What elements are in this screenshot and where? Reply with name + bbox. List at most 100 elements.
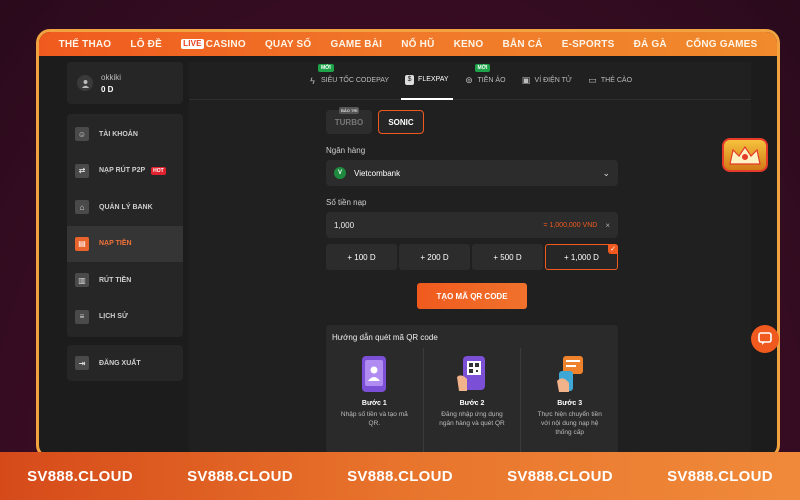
bank-label: Ngân hàng [326,146,366,155]
lightning-icon: ϟ [310,75,315,86]
guide-steps: Bước 1 Nhập số tiền và tạo mã QR. Bước 2… [326,348,618,453]
nav-quay-so[interactable]: QUAY SỐ [265,39,311,50]
promo-logo-icon[interactable] [722,138,768,172]
wallet-icon: ▣ [521,75,531,85]
guide-step-1: Bước 1 Nhập số tiền và tạo mã QR. [326,348,424,453]
sidebar-item-rut-tien[interactable]: ▥ RÚT TIỀN [67,262,183,299]
create-qr-button[interactable]: TẠO MÃ QR CODE [417,283,527,309]
tab-label: SIÊU TỐC CODEPAY [320,77,390,84]
nav-keno[interactable]: KENO [454,39,484,50]
check-icon: ✓ [608,244,618,254]
dollar-icon: $ [405,74,415,85]
maintenance-badge: BẢO TRÌ [339,107,360,114]
qr-scan-icon [455,354,489,394]
brand-banner: SV888.CLOUD SV888.CLOUD SV888.CLOUD SV88… [0,452,800,500]
new-badge: MỚI [317,63,334,72]
brand-text: SV888.CLOUD [187,467,293,485]
clear-icon[interactable]: × [605,221,610,230]
nav-game-bai[interactable]: GAME BÀI [331,39,383,50]
nav-casino[interactable]: LIVE CASINO [181,39,246,50]
quick-amounts: + 100 D + 200 D + 500 D + 1,000 D ✓ [326,244,618,270]
amount-converted: = 1,000,000 VND [543,221,598,229]
vietcombank-logo-icon: V [334,167,346,179]
card-icon: ▭ [588,75,597,85]
sidebar-item-label: TÀI KHOẢN [99,130,138,138]
chevron-down-icon: ⌄ [602,167,610,178]
nav-da-ga[interactable]: ĐÁ GÀ [634,39,667,50]
tab-label: FLEXPAY [418,76,449,83]
brand-text: SV888.CLOUD [667,467,773,485]
sidebar-item-nap-tien[interactable]: ▤ NẠP TIỀN [67,225,183,262]
sidebar-item-label: NẠP TIỀN [99,240,132,248]
tab-flexpay[interactable]: $ FLEXPAY [401,62,453,100]
transfer-icon [553,354,587,394]
brand-text: SV888.CLOUD [27,467,133,485]
amount-input[interactable]: 1,000 = 1,000,000 VND × [326,212,618,238]
nav-ban-ca[interactable]: BẮN CÁ [502,39,542,50]
qr-guide: Hướng dẫn quét mã QR code Bước 1 Nhập số… [326,325,618,453]
step-desc: Đăng nhập ứng dụng ngân hàng và quét QR [439,411,505,427]
tab-codepay[interactable]: MỚI ϟ SIÊU TỐC CODEPAY [304,62,393,100]
guide-step-3: Bước 3 Thực hiện chuyển tiền với nội dun… [521,348,618,453]
quick-amount-label: + 1,000 D [564,252,599,262]
new-badge: MỚI [474,63,491,72]
phone-user-icon [357,354,391,394]
step-desc: Thực hiện chuyển tiền với nội dung nạp h… [537,411,602,436]
tab-vi-dien-tu[interactable]: ▣ VÍ ĐIỆN TỬ [518,62,576,100]
quick-amount-200[interactable]: + 200 D [399,244,470,270]
tab-tien-ao[interactable]: MỚI ⊚ TIỀN ẢO [461,62,510,100]
user-balance: 0 D [101,84,114,94]
sidebar-item-label: NẠP RÚT P2P [99,167,146,175]
step-title: Bước 3 [557,400,583,407]
user-icon [81,79,89,88]
live-badge: LIVE [181,39,204,49]
tab-label: THẺ CÀO [600,77,633,84]
amount-value: 1,000 [334,220,355,230]
sidebar-item-label: QUẢN LÝ BANK [99,203,153,211]
crypto-icon: ⊚ [465,75,473,85]
nav-casino-label: CASINO [205,38,246,50]
logout-label: ĐĂNG XUẤT [99,359,141,367]
chat-support-icon[interactable] [751,325,779,353]
bank-icon: ⌂ [75,200,89,215]
brand-text: SV888.CLOUD [347,467,453,485]
p2p-icon: ⇄ [75,163,89,178]
sidebar-item-lich-su[interactable]: ≡ LỊCH SỬ [67,299,183,336]
guide-step-2: Bước 2 Đăng nhập ứng dụng ngân hàng và q… [424,348,522,453]
tab-label: VÍ ĐIỆN TỬ [534,77,572,84]
quick-amount-100[interactable]: + 100 D [326,244,397,270]
quick-amount-1000[interactable]: + 1,000 D ✓ [545,244,618,270]
logout-icon: ⇥ [75,356,89,370]
amount-label: Số tiền nạp [326,198,367,207]
history-icon: ≡ [75,309,89,324]
step-title: Bước 2 [459,400,485,407]
quick-amount-500[interactable]: + 500 D [472,244,543,270]
bank-value: Vietcombank [354,168,401,178]
tab-the-cao[interactable]: ▭ THẺ CÀO [584,62,636,100]
logout-button[interactable]: ⇥ ĐĂNG XUẤT [67,345,183,381]
nav-cong-games[interactable]: CỔNG GAMES [686,39,757,50]
nav-the-thao[interactable]: THỂ THAO [59,39,112,50]
user-name: okkiki [101,72,122,82]
subtab-label: TURBO [334,117,364,127]
app-frame: THỂ THAO LÔ ĐỀ LIVE CASINO QUAY SỐ GAME … [36,29,780,459]
deposit-icon: ▤ [75,236,89,251]
step-title: Bước 1 [361,400,387,407]
sidebar-item-label: LỊCH SỬ [99,313,128,321]
sidebar-item-nap-rut-p2p[interactable]: ⇄ NẠP RÚT P2P HOT [67,153,183,190]
sidebar-item-tai-khoan[interactable]: ☺ TÀI KHOẢN [67,116,183,153]
nav-lo-de[interactable]: LÔ ĐỀ [130,39,162,50]
method-subtabs: BẢO TRÌ TURBO SONIC [326,107,618,134]
main-panel: MỚI ϟ SIÊU TỐC CODEPAY $ FLEXPAY MỚI ⊚ T… [189,62,751,456]
subtab-turbo[interactable]: BẢO TRÌ TURBO [326,107,372,134]
bank-select[interactable]: V Vietcombank ⌄ [326,160,618,186]
brand-text: SV888.CLOUD [507,467,613,485]
subtab-sonic[interactable]: SONIC [378,110,424,134]
nav-esports[interactable]: E-SPORTS [562,39,615,50]
sidebar-menu: ☺ TÀI KHOẢN ⇄ NẠP RÚT P2P HOT ⌂ QUẢN LÝ … [67,114,183,337]
deposit-form: BẢO TRÌ TURBO SONIC Ngân hàng V Vietcomb… [326,107,618,453]
sidebar-item-quan-ly-bank[interactable]: ⌂ QUẢN LÝ BANK [67,189,183,226]
nav-no-hu[interactable]: NỔ HŨ [401,39,434,50]
sidebar-item-label: RÚT TIỀN [99,276,132,284]
sidebar: okkiki 0 D ☺ TÀI KHOẢN ⇄ NẠP RÚT P2P HOT… [67,62,183,381]
